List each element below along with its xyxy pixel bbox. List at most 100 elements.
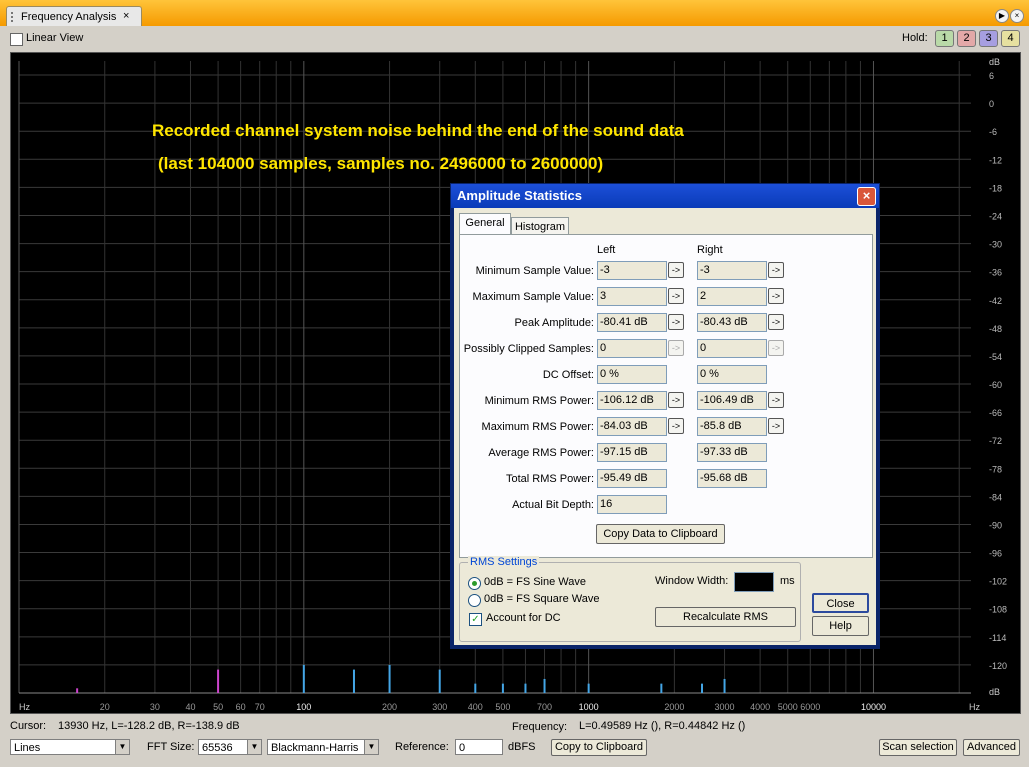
display-mode-select[interactable]: Lines ▼	[10, 739, 130, 755]
db-tick-label: -48	[989, 324, 1002, 334]
stat-label: DC Offset:	[542, 369, 594, 381]
goto-arrow-icon[interactable]: ->	[668, 340, 684, 356]
freq-tick-label: 70	[255, 702, 265, 712]
radio-square-wave[interactable]	[468, 594, 481, 607]
fft-size-select[interactable]: 65536 ▼	[198, 739, 262, 755]
dialog-close-icon[interactable]: ×	[857, 187, 876, 206]
stat-label: Peak Amplitude:	[514, 317, 595, 329]
freq-tick-label: 60	[236, 702, 246, 712]
db-tick-label: -66	[989, 408, 1002, 418]
freq-tick-label: 5000	[778, 702, 798, 712]
freq-tick-label: 30	[150, 702, 160, 712]
goto-arrow-icon[interactable]: ->	[668, 418, 684, 434]
scan-selection-button[interactable]: Scan selection	[879, 739, 957, 756]
cursor-value: 13930 Hz, L=-128.2 dB, R=-138.9 dB	[58, 720, 240, 732]
tab-general[interactable]: General	[459, 213, 511, 234]
annotation-line-1: Recorded channel system noise behind the…	[152, 121, 684, 140]
goto-arrow-icon[interactable]: ->	[768, 288, 784, 304]
stat-label: Maximum RMS Power:	[481, 421, 594, 433]
hold-button-3[interactable]: 3	[979, 30, 998, 47]
reference-input[interactable]: 0	[455, 739, 503, 755]
db-tick-label: -30	[989, 240, 1002, 250]
db-axis-label-bottom: dB	[989, 687, 1000, 697]
freq-tick-label: 10000	[861, 702, 886, 712]
stat-left-value: 3	[597, 287, 667, 306]
window-width-label: Window Width:	[655, 575, 729, 587]
hold-button-4[interactable]: 4	[1001, 30, 1020, 47]
recalculate-rms-button[interactable]: Recalculate RMS	[655, 607, 796, 627]
goto-arrow-icon[interactable]: ->	[768, 418, 784, 434]
linear-view-checkbox[interactable]	[10, 33, 23, 46]
goto-arrow-icon[interactable]: ->	[768, 340, 784, 356]
window-function-value: Blackmann-Harris	[271, 742, 359, 754]
freq-tick-label: 400	[468, 702, 483, 712]
db-tick-label: -12	[989, 155, 1002, 165]
panel-close-icon[interactable]: ×	[1010, 9, 1024, 23]
tab-frequency-analysis[interactable]: Frequency Analysis ×	[6, 6, 142, 27]
stat-left-value: -97.15 dB	[597, 443, 667, 462]
stat-right-value: 0	[697, 339, 767, 358]
freq-tick-label: 50	[213, 702, 223, 712]
db-axis-label-top: dB	[989, 57, 1000, 67]
window-width-unit: ms	[780, 575, 795, 587]
window-width-input[interactable]	[734, 572, 774, 592]
goto-arrow-icon[interactable]: ->	[668, 288, 684, 304]
amplitude-statistics-dialog: Amplitude Statistics × General Histogram…	[450, 183, 880, 649]
stat-label: Maximum Sample Value:	[472, 291, 594, 303]
db-tick-label: -72	[989, 436, 1002, 446]
copy-to-clipboard-button[interactable]: Copy to Clipboard	[551, 739, 647, 756]
hold-button-1[interactable]: 1	[935, 30, 954, 47]
stat-label: Actual Bit Depth:	[512, 499, 594, 511]
goto-arrow-icon[interactable]: ->	[668, 392, 684, 408]
hold-button-2[interactable]: 2	[957, 30, 976, 47]
drag-grip-icon[interactable]	[11, 12, 17, 22]
freq-tick-label: 1000	[579, 702, 599, 712]
chevron-down-icon: ▼	[247, 740, 261, 754]
stat-right-value: -106.49 dB	[697, 391, 767, 410]
panel-menu-icon[interactable]: ▶	[995, 9, 1009, 23]
hz-axis-label-left: Hz	[19, 702, 30, 712]
goto-arrow-icon[interactable]: ->	[768, 262, 784, 278]
close-button[interactable]: Close	[812, 593, 869, 613]
radio-sine-wave[interactable]	[468, 577, 481, 590]
hold-label: Hold:	[902, 32, 928, 44]
db-tick-label: -42	[989, 296, 1002, 306]
advanced-button[interactable]: Advanced	[963, 739, 1020, 756]
copy-data-button[interactable]: Copy Data to Clipboard	[596, 524, 725, 544]
stat-right-value: -97.33 dB	[697, 443, 767, 462]
freq-tick-label: 6000	[800, 702, 820, 712]
freq-tick-label: 3000	[715, 702, 735, 712]
display-mode-value: Lines	[14, 742, 41, 754]
freq-tick-label: 500	[495, 702, 510, 712]
db-tick-label: -78	[989, 464, 1002, 474]
cursor-label: Cursor:	[10, 720, 47, 732]
stat-left-value: -80.41 dB	[597, 313, 667, 332]
fft-size-value: 65536	[202, 742, 233, 754]
window-function-select[interactable]: Blackmann-Harris ▼	[267, 739, 379, 755]
stat-left-value: -95.49 dB	[597, 469, 667, 488]
help-button[interactable]: Help	[812, 616, 869, 636]
title-bar: Frequency Analysis × ▶ ×	[0, 0, 1029, 27]
freq-tick-label: 100	[296, 702, 311, 712]
goto-arrow-icon[interactable]: ->	[668, 262, 684, 278]
account-dc-checkbox[interactable]: ✓	[469, 613, 482, 626]
db-tick-label: -54	[989, 352, 1002, 362]
goto-arrow-icon[interactable]: ->	[768, 314, 784, 330]
stat-right-value: -80.43 dB	[697, 313, 767, 332]
stat-label: Possibly Clipped Samples:	[463, 343, 594, 355]
freq-tick-label: 4000	[750, 702, 770, 712]
goto-arrow-icon[interactable]: ->	[768, 392, 784, 408]
dialog-title: Amplitude Statistics	[457, 188, 582, 203]
goto-arrow-icon[interactable]: ->	[668, 314, 684, 330]
freq-tick-label: 20	[100, 702, 110, 712]
dialog-body: General Histogram Left Right Minimum Sam…	[454, 208, 876, 645]
stat-left-value: -3	[597, 261, 667, 280]
stat-right-value: 2	[697, 287, 767, 306]
db-tick-label: -120	[989, 661, 1007, 671]
fft-size-label: FFT Size:	[147, 741, 195, 753]
rms-settings-label: RMS Settings	[468, 556, 540, 568]
frequency-value: L=0.49589 Hz (), R=0.44842 Hz ()	[579, 720, 746, 732]
tab-close-icon[interactable]: ×	[123, 10, 129, 22]
dialog-title-bar[interactable]: Amplitude Statistics ×	[451, 184, 879, 208]
reference-label: Reference:	[395, 741, 449, 753]
